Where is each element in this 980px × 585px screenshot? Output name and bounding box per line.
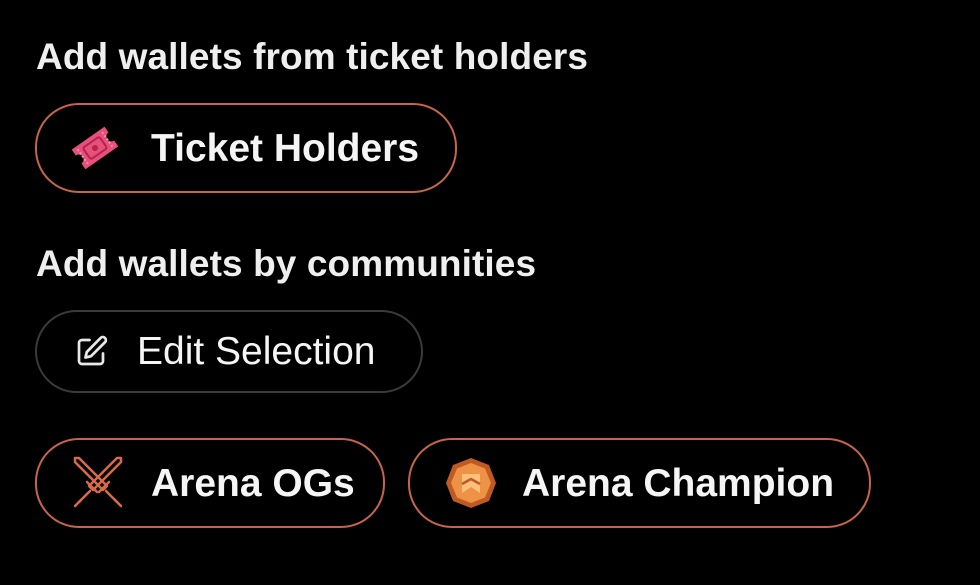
edit-selection-label: Edit Selection <box>137 330 376 373</box>
ticket-icon <box>69 122 121 174</box>
ticket-holders-heading: Add wallets from ticket holders <box>36 36 589 77</box>
community-chip-arena-ogs[interactable]: Arena OGs <box>35 438 385 528</box>
edit-icon <box>73 334 109 370</box>
arena-champion-label: Arena Champion <box>522 461 835 505</box>
arena-ogs-label: Arena OGs <box>151 461 355 505</box>
ticket-holders-button[interactable]: Ticket Holders <box>35 103 457 193</box>
ticket-holders-label: Ticket Holders <box>151 126 420 170</box>
edit-selection-button[interactable]: Edit Selection <box>35 310 423 393</box>
community-chip-arena-champion[interactable]: Arena Champion <box>408 438 871 528</box>
champion-badge-icon <box>444 456 498 510</box>
communities-heading: Add wallets by communities <box>36 243 537 284</box>
crossed-swords-icon <box>69 454 127 512</box>
